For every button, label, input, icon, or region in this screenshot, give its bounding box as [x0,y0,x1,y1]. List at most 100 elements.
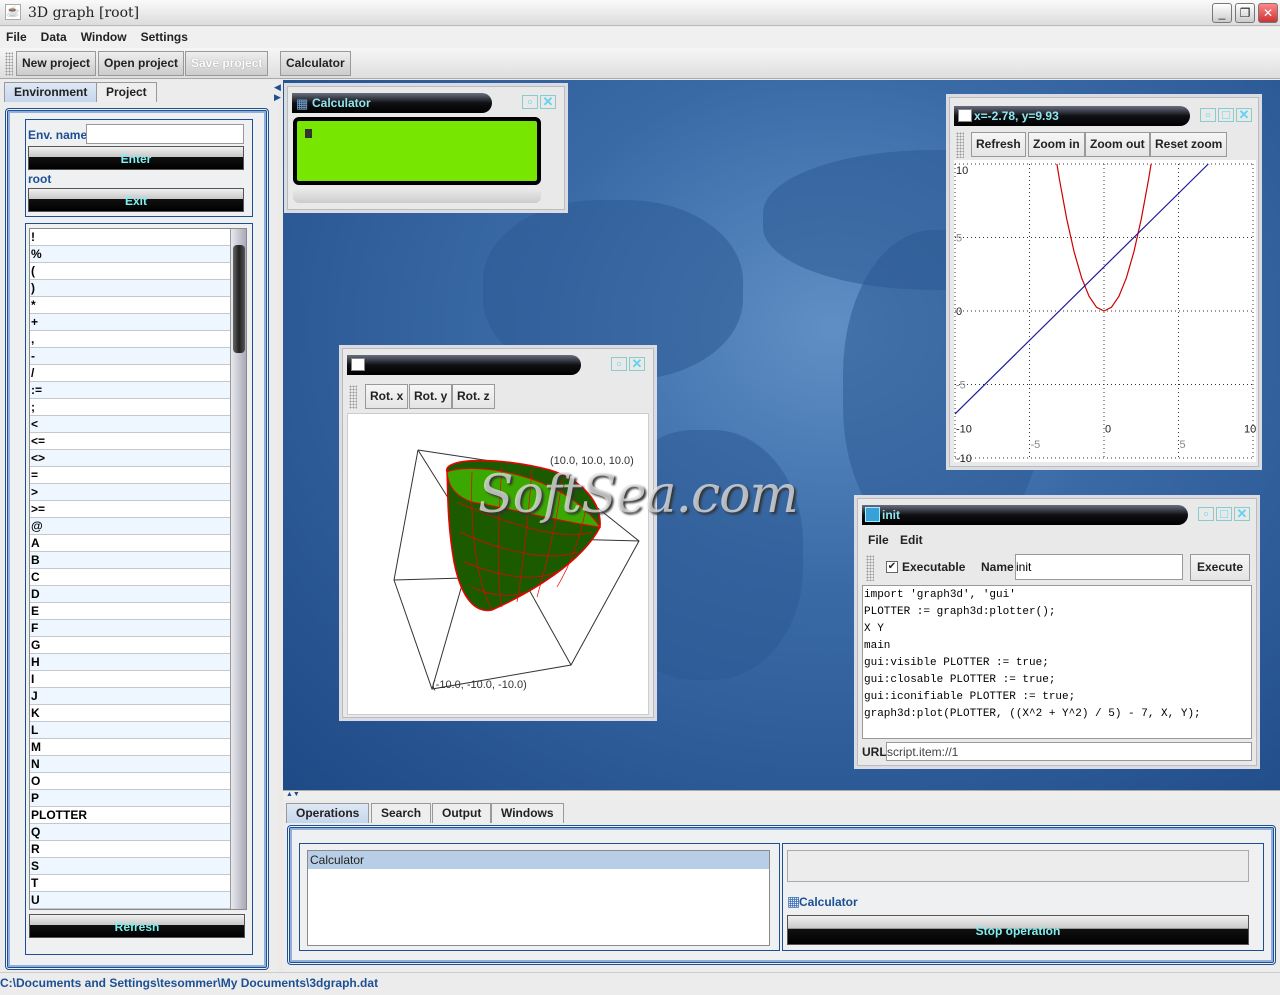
symbol-list[interactable]: !%() * +, - /:=; < <= <> = > >= @ A B C D E F G H I J K L M N O P PL… [29,228,247,910]
symbol-list-item[interactable]: ( [30,263,230,280]
toolbar-grip[interactable] [866,555,874,581]
close-button[interactable]: ✕ [1234,507,1250,521]
maximize-button[interactable]: ❐ [1235,3,1255,23]
symbol-list-item[interactable]: + [30,314,230,331]
operations-list[interactable]: Calculator [307,850,770,946]
refresh-button[interactable]: Refresh [29,914,245,938]
symbol-list-item[interactable]: - [30,348,230,365]
zoom-out-button[interactable]: Zoom out [1085,132,1150,157]
stop-operation-button[interactable]: Stop operation [787,915,1249,945]
calculator-title[interactable]: Calculator [292,93,492,113]
maximize-button[interactable]: □ [1216,507,1232,521]
symbol-list-item[interactable]: C [30,569,230,586]
symbol-list-item[interactable]: := [30,382,230,399]
symbol-list-item[interactable]: PLOTTER [30,807,230,824]
execute-button[interactable]: Execute [1190,554,1251,581]
symbol-list-item[interactable]: A [30,535,230,552]
tab-environment[interactable]: Environment [4,82,98,102]
split-arrows[interactable]: ◀ ▶ [274,82,281,102]
init-title[interactable]: init [862,505,1188,525]
symbol-list-item[interactable]: P [30,790,230,807]
split-arrows[interactable]: ▲▼ [286,791,300,798]
name-input[interactable] [1015,554,1183,580]
horizontal-scrollbar[interactable] [293,187,541,203]
symbol-list-item[interactable]: @ [30,518,230,535]
symbol-list-item[interactable]: % [30,246,230,263]
save-project-button[interactable]: Save project [185,51,269,76]
symbol-list-item[interactable]: M [30,739,230,756]
menu-settings[interactable]: Settings [141,30,188,44]
minimize-button[interactable]: _ [1212,3,1232,23]
symbol-list-item[interactable]: F [30,620,230,637]
plot2d-title[interactable]: x=-2.78, y=9.93 [954,106,1190,126]
open-project-button[interactable]: Open project [98,51,185,76]
symbol-list-item[interactable]: E [30,603,230,620]
env-name-input[interactable] [86,124,244,144]
rot-x-button[interactable]: Rot. x [365,384,409,409]
symbol-list-item[interactable]: V [30,909,230,910]
symbol-list-item[interactable]: S [30,858,230,875]
tab-operations[interactable]: Operations [286,803,370,823]
zoom-in-button[interactable]: Zoom in [1028,132,1085,157]
reset-zoom-button[interactable]: Reset zoom [1150,132,1228,157]
menu-window[interactable]: Window [81,30,127,44]
tab-windows[interactable]: Windows [491,803,564,823]
operation-item[interactable]: Calculator [308,851,769,869]
refresh-button[interactable]: Refresh [971,132,1026,157]
enter-button[interactable]: Enter [28,146,244,170]
symbol-list-item[interactable]: H [30,654,230,671]
symbol-list-item[interactable]: = [30,467,230,484]
url-field[interactable] [886,742,1252,761]
script-editor[interactable]: import 'graph3d', 'gui' PLOTTER := graph3… [862,585,1252,739]
symbol-list-item[interactable]: / [30,365,230,382]
close-button[interactable]: ✕ [540,95,556,109]
symbol-list-item[interactable]: O [30,773,230,790]
calculator-display[interactable] [293,117,541,185]
plot3d-title[interactable] [347,355,581,375]
symbol-list-item[interactable]: I [30,671,230,688]
close-button[interactable]: ✕ [1236,108,1252,122]
symbol-list-item[interactable]: B [30,552,230,569]
scroll-thumb[interactable] [233,245,245,353]
close-button[interactable]: ✕ [1258,3,1278,23]
symbol-list-item[interactable]: R [30,841,230,858]
symbol-list-item[interactable]: K [30,705,230,722]
symbol-list-item[interactable]: D [30,586,230,603]
exit-button[interactable]: Exit [28,188,244,212]
symbol-list-item[interactable]: >= [30,501,230,518]
symbol-list-item[interactable]: * [30,297,230,314]
symbol-list-item[interactable]: , [30,331,230,348]
symbol-list-item[interactable]: N [30,756,230,773]
tab-project[interactable]: Project [96,82,157,102]
iconify-button[interactable]: ▫ [1198,507,1214,521]
maximize-button[interactable]: □ [1218,108,1234,122]
tab-output[interactable]: Output [432,803,492,823]
menu-edit[interactable]: Edit [900,533,923,547]
menu-data[interactable]: Data [41,30,67,44]
symbol-list-item[interactable]: L [30,722,230,739]
toolbar-grip[interactable] [5,52,13,76]
toolbar-grip[interactable] [956,132,964,158]
symbol-list-item[interactable]: ! [30,229,230,246]
list-scrollbar[interactable] [230,229,246,909]
symbol-list-item[interactable]: < [30,416,230,433]
close-button[interactable]: ✕ [629,357,645,371]
symbol-list-item[interactable]: G [30,637,230,654]
toolbar-grip[interactable] [349,385,357,409]
iconify-button[interactable]: ▫ [1200,108,1216,122]
new-project-button[interactable]: New project [16,51,97,76]
tab-search[interactable]: Search [371,803,432,823]
iconify-button[interactable]: ▫ [611,357,627,371]
symbol-list-item[interactable]: <= [30,433,230,450]
symbol-list-item[interactable]: Q [30,824,230,841]
menu-file[interactable]: File [868,533,889,547]
symbol-list-item[interactable]: <> [30,450,230,467]
plot3d-canvas[interactable]: (10.0, 10.0, 10.0) (-10.0, -10.0, -10.0) [347,413,649,715]
plot2d-canvas[interactable]: 10 5 0 -5 -10 -10 -5 0 5 10 [954,160,1256,462]
calculator-button[interactable]: Calculator [280,51,351,76]
rot-z-button[interactable]: Rot. z [452,384,495,409]
symbol-list-item[interactable]: T [30,875,230,892]
rot-y-button[interactable]: Rot. y [409,384,453,409]
symbol-list-item[interactable]: > [30,484,230,501]
symbol-list-item[interactable]: ) [30,280,230,297]
